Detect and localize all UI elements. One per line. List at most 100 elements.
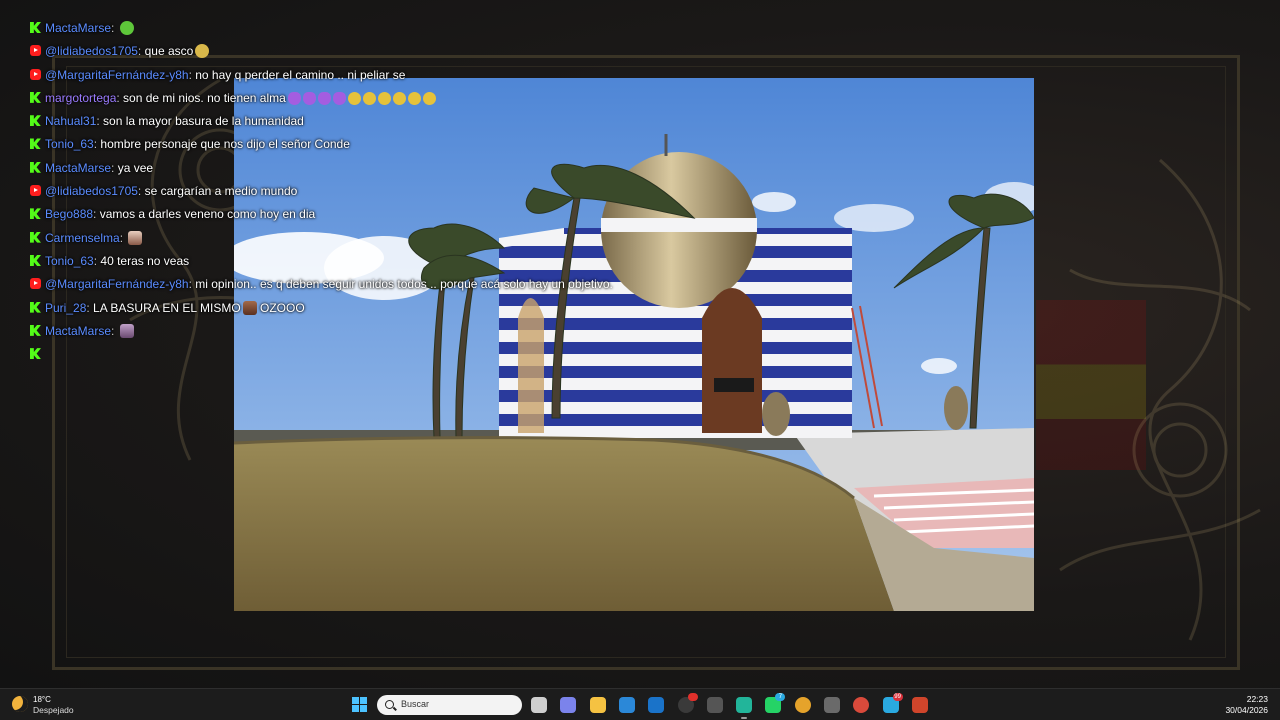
chat-message: Tonio_63: hombre personaje que nos dijo …	[30, 136, 650, 152]
chat-message: Tonio_63: 40 teras no veas	[30, 253, 650, 269]
chat-message: @MargaritaFernández-y8h: no hay q perder…	[30, 67, 650, 83]
kick-logo-icon	[30, 138, 41, 150]
store-icon[interactable]	[618, 697, 635, 713]
chat-username[interactable]: @lidiabedos1705	[45, 184, 138, 198]
chrome-icon[interactable]	[794, 697, 811, 713]
face-emote-icon	[242, 300, 257, 315]
chat-text: son la mayor basura de la humanidad	[103, 114, 304, 129]
chat-message-partial	[30, 346, 650, 362]
chat-text-suffix: OZOOO	[256, 300, 305, 315]
photo-emote-icon	[128, 230, 143, 245]
windows-logo-icon	[352, 697, 359, 704]
chat-message: Carmenselma:	[30, 230, 650, 246]
chat-text: que asco	[144, 44, 194, 59]
kick-logo-icon	[30, 231, 41, 243]
chat-username[interactable]: Puri_28	[45, 301, 86, 315]
chat-message: margotortega: son de mi nios. no tienen …	[30, 90, 650, 106]
file-explorer-icon[interactable]	[589, 697, 606, 713]
chat-username[interactable]: @MargaritaFernández-y8h	[45, 68, 189, 82]
vmware-icon[interactable]	[824, 697, 840, 713]
chat-text: ya vee	[117, 160, 154, 175]
imp-emote-icon	[332, 91, 346, 105]
taskbar-search[interactable]: Buscar	[377, 695, 522, 715]
chat-message: @lidiabedos1705: se cargarían a medio mu…	[30, 183, 650, 199]
tired-emote-icon	[392, 91, 406, 105]
chat-message: Puri_28: LA BASURA EN EL MISMO OZOOO	[30, 300, 650, 316]
chat-username[interactable]: Carmenselma	[45, 231, 120, 245]
chat-text: no hay q perder el camino .. ni peliar s…	[195, 67, 406, 82]
system-clock[interactable]: 22:23 30/04/2026	[1225, 694, 1268, 716]
teams-icon[interactable]	[560, 697, 577, 713]
imp-emote-icon	[287, 91, 301, 105]
chat-username[interactable]: Nahual31	[45, 114, 96, 128]
task-view-icon[interactable]	[531, 697, 547, 713]
chat-text: 40 teras no veas	[100, 253, 190, 268]
search-placeholder: Buscar	[401, 699, 430, 709]
face2-emote-icon	[119, 323, 134, 338]
chat-username[interactable]: margotortega	[45, 91, 116, 105]
kick-logo-icon	[30, 208, 41, 220]
chat-username[interactable]: MactaMarse	[45, 21, 111, 35]
tired-emote-icon	[347, 91, 361, 105]
kick-logo-icon	[30, 348, 41, 360]
clock-time: 22:23	[1246, 694, 1268, 704]
kick-logo-icon	[30, 22, 41, 33]
kick-logo-icon	[30, 254, 41, 266]
chat-username[interactable]: @MargaritaFernández-y8h	[45, 277, 189, 291]
weather-temperature: 18°C	[33, 695, 51, 704]
youtube-logo-icon	[30, 185, 41, 197]
obs-icon[interactable]	[677, 693, 698, 713]
chat-overlay: MactaMarse: @lidiabedos1705: que asco @Ma…	[30, 20, 650, 369]
moon-icon	[12, 696, 28, 712]
chat-message: Bego888: vamos a darles veneno como hoy …	[30, 206, 650, 222]
powerpoint-icon[interactable]	[911, 697, 928, 713]
chat-text: hombre personaje que nos dijo el señor C…	[100, 137, 350, 152]
chat-message: Nahual31: son la mayor basura de la huma…	[30, 113, 650, 129]
edge-icon[interactable]	[736, 697, 753, 719]
outlook-icon[interactable]	[648, 697, 665, 713]
chat-username[interactable]: MactaMarse	[45, 324, 111, 338]
imp-emote-icon	[317, 91, 331, 105]
kick-logo-icon	[30, 324, 41, 336]
clock-date: 30/04/2026	[1225, 705, 1268, 715]
chat-username[interactable]: Tonio_63	[45, 254, 94, 268]
tired-emote-icon	[422, 91, 436, 105]
chat-message: MactaMarse: ya vee	[30, 160, 650, 176]
ornament-right	[1059, 158, 1261, 641]
chat-username[interactable]: @lidiabedos1705	[45, 44, 138, 58]
kick-logo-icon	[30, 91, 41, 103]
notification-badge	[687, 693, 698, 701]
chat-message: @MargaritaFernández-y8h: mi opinion.. es…	[30, 276, 650, 292]
youtube-logo-icon	[30, 68, 41, 80]
notification-badge: 99	[892, 693, 903, 701]
chat-username[interactable]: MactaMarse	[45, 161, 111, 175]
imp-emote-icon	[302, 91, 316, 105]
telegram-icon[interactable]: 99	[882, 693, 903, 713]
chat-text: se cargarían a medio mundo	[144, 184, 298, 199]
tired-emote-icon	[407, 91, 421, 105]
chat-username[interactable]: Bego888	[45, 207, 93, 221]
youtube-logo-icon	[30, 45, 41, 57]
chat-message: MactaMarse:	[30, 20, 650, 36]
youtube-logo-icon	[30, 278, 41, 290]
chrome-alt-icon[interactable]	[853, 697, 870, 713]
tired-emote-icon	[362, 91, 376, 105]
start-button[interactable]	[352, 697, 368, 713]
notification-badge: 7	[775, 693, 786, 701]
unity-icon[interactable]	[706, 697, 723, 713]
chat-text: son de mi nios. no tienen alma	[123, 90, 286, 105]
kick-logo-icon	[30, 115, 41, 127]
kick-logo-icon	[30, 161, 41, 173]
tired-emote-icon	[377, 91, 391, 105]
chat-text: mi opinion.. es q deben seguir unidos to…	[195, 277, 613, 292]
windows-taskbar: 18°C Despejado Buscar 7 99 22:23 30/04/20…	[0, 688, 1280, 720]
chat-message: MactaMarse:	[30, 323, 650, 339]
green-face-emote-icon	[119, 21, 134, 35]
kick-logo-icon	[30, 301, 41, 313]
chat-username[interactable]: Tonio_63	[45, 137, 94, 151]
chat-message: @lidiabedos1705: que asco	[30, 43, 650, 59]
search-icon	[385, 700, 394, 709]
whatsapp-icon[interactable]: 7	[765, 693, 786, 713]
chat-text: vamos a darles veneno como hoy en dia	[99, 207, 316, 222]
chat-text: LA BASURA EN EL MISMO	[93, 300, 241, 315]
